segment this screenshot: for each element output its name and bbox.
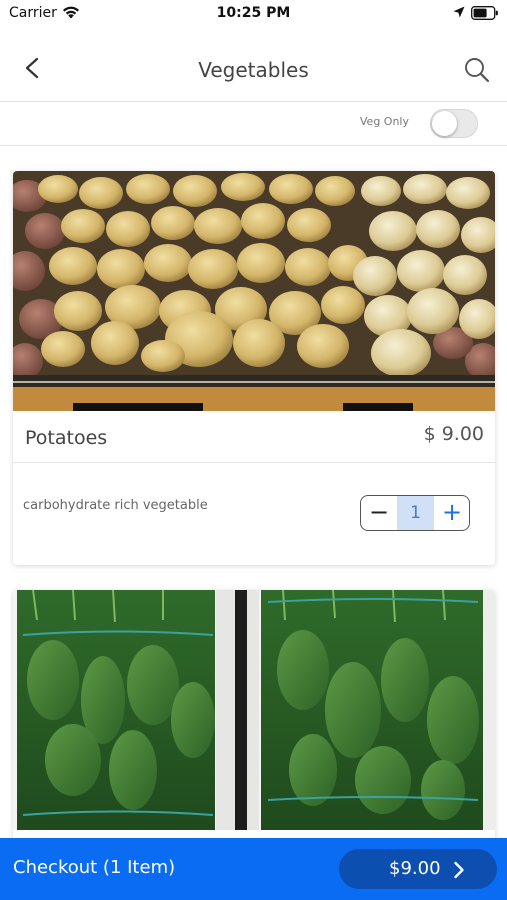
veg-only-label: Veg Only [359,115,409,128]
checkout-total-amount: $9.00 [389,858,441,879]
potatoes-image [13,171,495,411]
veg-only-toggle[interactable] [430,109,478,138]
checkout-bar[interactable]: Checkout (1 Item) $9.00 [0,838,507,900]
page-title: Vegetables [198,58,309,82]
increase-quantity-button[interactable]: + [434,496,469,530]
spinach-image [13,590,495,830]
product-card[interactable]: Potatoes $ 9.00 carbohydrate rich vegeta… [13,171,495,565]
search-button[interactable] [462,55,492,85]
product-price: $ 9.00 [423,423,484,445]
product-card[interactable] [13,590,495,850]
battery-icon [471,6,498,20]
status-time: 10:25 PM [216,5,291,21]
filter-bar: Veg Only [0,103,507,146]
status-bar: Carrier 10:25 PM [0,0,507,28]
toggle-knob [432,111,457,136]
chevron-right-icon [454,861,464,879]
product-description: carbohydrate rich vegetable [23,498,208,513]
card-divider [13,462,495,463]
search-icon [465,58,490,83]
product-name: Potatoes [25,427,108,449]
quantity-value[interactable]: 1 [397,496,434,530]
checkout-total-button[interactable]: $9.00 [339,849,497,889]
quantity-stepper[interactable]: − 1 + [360,495,470,531]
decrease-quantity-button[interactable]: − [361,496,397,530]
checkout-label[interactable]: Checkout (1 Item) [13,857,175,878]
navigation-bar: Vegetables [0,28,507,102]
location-arrow-icon [453,6,465,18]
